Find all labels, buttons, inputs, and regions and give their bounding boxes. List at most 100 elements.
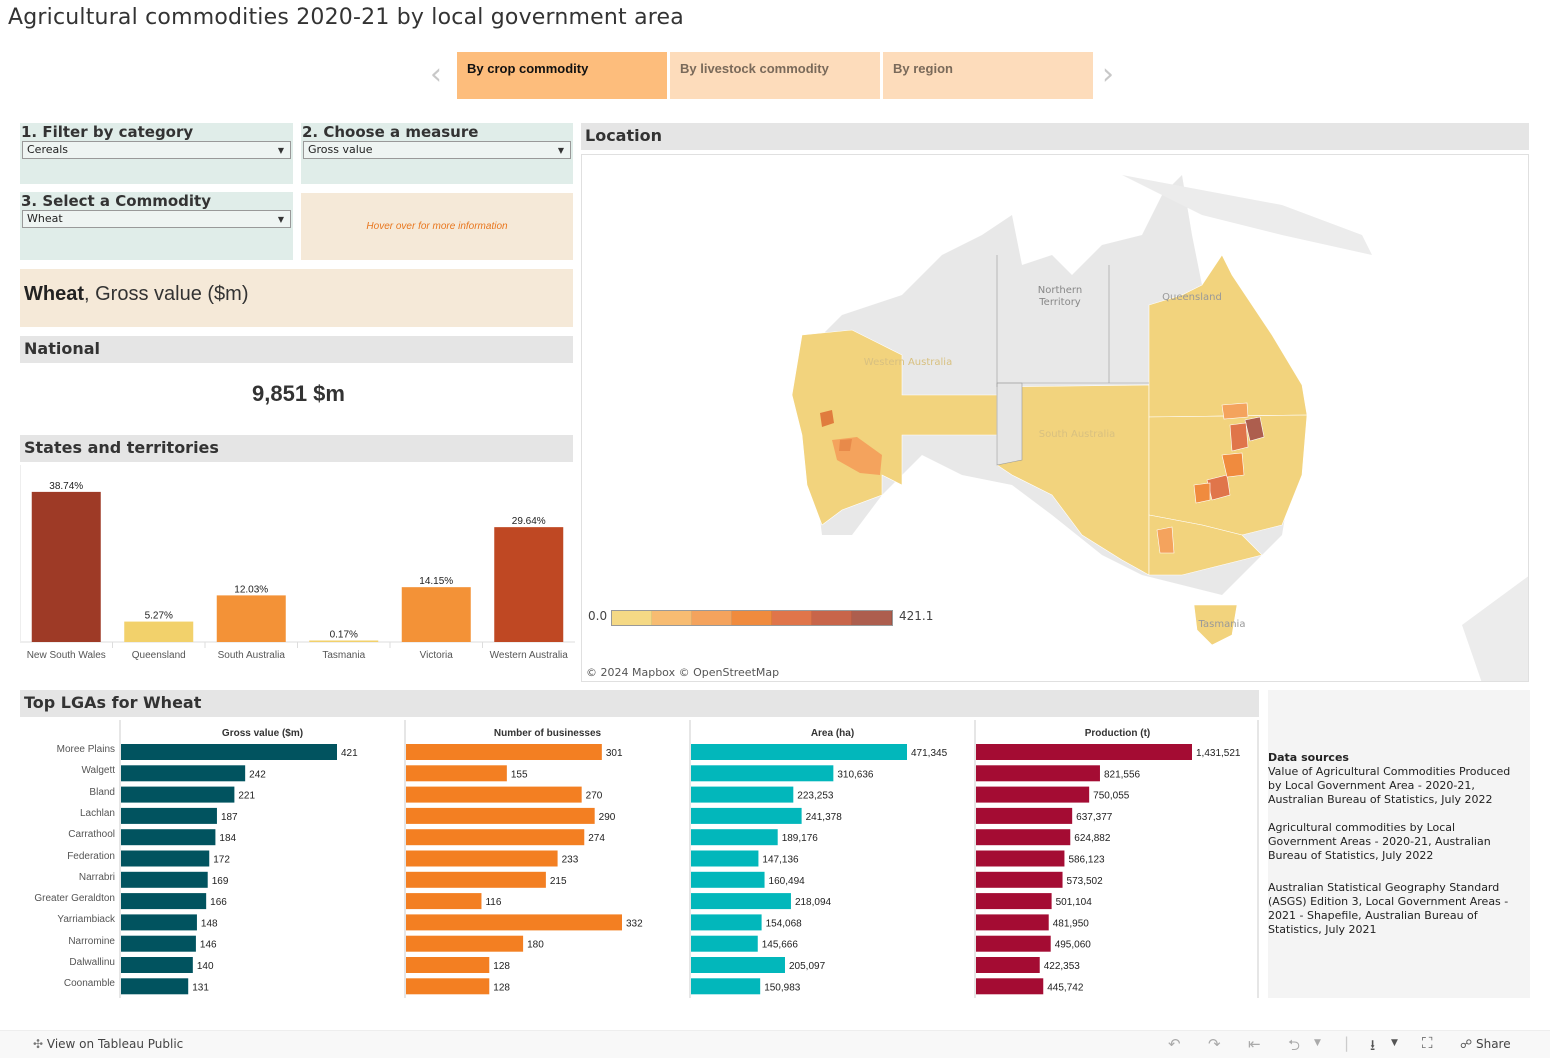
lga-bar[interactable] bbox=[121, 893, 207, 910]
location-map[interactable]: Northern Territory Queensland Western Aus… bbox=[581, 154, 1529, 682]
fullscreen-icon[interactable]: ⛶ bbox=[1422, 1034, 1433, 1052]
lga-bar[interactable] bbox=[976, 807, 1073, 824]
lga-bar[interactable] bbox=[121, 935, 196, 952]
state-bar-victoria[interactable] bbox=[401, 587, 471, 642]
measure-dropdown[interactable]: Gross value ▼ bbox=[303, 141, 571, 159]
lga-bar-value-label: 221 bbox=[238, 791, 255, 802]
pause-icon[interactable]: ⮌ bbox=[1288, 1035, 1300, 1058]
state-bar-western-australia[interactable] bbox=[494, 527, 564, 642]
lga-bar[interactable] bbox=[976, 893, 1052, 910]
lga-bar[interactable] bbox=[691, 765, 834, 782]
lga-bar[interactable] bbox=[406, 914, 622, 931]
lga-bar-value-label: 180 bbox=[527, 940, 544, 951]
commodity-dropdown[interactable]: Wheat ▼ bbox=[22, 210, 291, 228]
lga-bar[interactable] bbox=[691, 744, 907, 760]
lga-bar-value-label: 242 bbox=[249, 769, 266, 780]
lga-bar[interactable] bbox=[406, 978, 490, 995]
lga-bar[interactable] bbox=[121, 850, 210, 867]
view-on-tableau-link[interactable]: ✣ View on Tableau Public bbox=[33, 1037, 183, 1051]
revert-icon[interactable]: ⇤ bbox=[1248, 1035, 1261, 1053]
tab-crop-commodity[interactable]: By crop commodity bbox=[457, 52, 667, 99]
lga-bar[interactable] bbox=[121, 807, 217, 824]
lga-bar[interactable] bbox=[121, 786, 235, 803]
lga-bar[interactable] bbox=[691, 914, 762, 931]
previous-tab-arrow-icon[interactable]: ‹ bbox=[430, 60, 442, 90]
lga-bar[interactable] bbox=[121, 744, 337, 760]
state-bar-value-label: 38.74% bbox=[49, 481, 83, 492]
lga-bar-value-label: 140 bbox=[197, 961, 214, 972]
undo-icon[interactable]: ↶ bbox=[1168, 1035, 1181, 1053]
lga-row-label: Dalwallinu bbox=[69, 957, 115, 968]
lga-bar[interactable] bbox=[691, 786, 794, 803]
lga-bar[interactable] bbox=[976, 957, 1040, 973]
lga-row-label: Bland bbox=[89, 786, 115, 798]
lga-bar[interactable] bbox=[691, 807, 802, 824]
lga-bar-value-label: 154,068 bbox=[766, 918, 803, 929]
lga-bar[interactable] bbox=[691, 935, 758, 952]
lga-panel-header: Number of businesses bbox=[494, 728, 602, 739]
redo-icon[interactable]: ↷ bbox=[1208, 1035, 1221, 1053]
page-title: Agricultural commodities 2020-21 by loca… bbox=[8, 5, 684, 30]
lga-bar[interactable] bbox=[406, 957, 490, 973]
lga-bar[interactable] bbox=[406, 744, 602, 760]
lga-bar[interactable] bbox=[121, 765, 246, 782]
state-bar-tasmania[interactable] bbox=[309, 640, 379, 643]
lga-bar[interactable] bbox=[121, 957, 193, 973]
download-icon[interactable]: ⭳ bbox=[1370, 1035, 1375, 1058]
lga-bar[interactable] bbox=[976, 786, 1090, 803]
info-hover-box[interactable]: Hover over for more information bbox=[301, 193, 573, 260]
lga-bar[interactable] bbox=[976, 935, 1051, 952]
lga-bar[interactable] bbox=[691, 850, 759, 867]
chevron-down-icon[interactable]: ▼ bbox=[1314, 1038, 1321, 1048]
lga-bar[interactable] bbox=[691, 978, 761, 995]
map-lga-wa-dalwallinu bbox=[839, 439, 852, 451]
lga-bar[interactable] bbox=[976, 744, 1192, 760]
lga-bar-value-label: 750,055 bbox=[1093, 791, 1130, 802]
legend-swatch-6 bbox=[852, 611, 892, 625]
lga-bar[interactable] bbox=[121, 829, 216, 846]
lga-panel-header: Production (t) bbox=[1085, 728, 1151, 739]
lga-bar[interactable] bbox=[976, 829, 1071, 846]
lga-bar[interactable] bbox=[406, 850, 558, 867]
lga-bar-value-label: 116 bbox=[485, 897, 501, 908]
lga-bar[interactable] bbox=[121, 978, 189, 995]
share-label: Share bbox=[1475, 1037, 1511, 1051]
lga-bar-value-label: 184 bbox=[219, 833, 236, 844]
lga-bar[interactable] bbox=[406, 935, 524, 952]
lga-bar[interactable] bbox=[406, 807, 595, 824]
tab-livestock-commodity[interactable]: By livestock commodity bbox=[670, 52, 880, 99]
lga-bar[interactable] bbox=[406, 871, 546, 888]
chevron-down-icon: ▼ bbox=[277, 215, 284, 224]
color-legend bbox=[611, 610, 893, 626]
tableau-toolbar: ✣ View on Tableau Public ↶ ↷ ⇤ ⮌ ▼ | ⭳ ▼… bbox=[0, 1030, 1550, 1058]
measure-dropdown-value: Gross value bbox=[308, 143, 373, 156]
state-bar-south-australia[interactable] bbox=[216, 595, 286, 642]
lga-bar[interactable] bbox=[406, 893, 482, 910]
lga-bar[interactable] bbox=[691, 957, 785, 973]
australia-map[interactable]: Northern Territory Queensland Western Aus… bbox=[582, 155, 1529, 682]
map-attribution[interactable]: © 2024 Mapbox © OpenStreetMap bbox=[584, 666, 782, 679]
lga-bar[interactable] bbox=[976, 850, 1065, 867]
lga-bar[interactable] bbox=[976, 871, 1063, 888]
map-label-queensland: Queensland bbox=[1162, 292, 1222, 303]
category-dropdown[interactable]: Cereals ▼ bbox=[22, 141, 291, 159]
lga-bar[interactable] bbox=[406, 829, 585, 846]
lga-bar[interactable] bbox=[976, 978, 1044, 995]
lga-bar[interactable] bbox=[121, 914, 197, 931]
next-tab-arrow-icon[interactable]: › bbox=[1102, 60, 1114, 90]
tab-region[interactable]: By region bbox=[883, 52, 1093, 99]
lga-bar[interactable] bbox=[406, 786, 582, 803]
lga-bar[interactable] bbox=[976, 765, 1100, 782]
lga-bar[interactable] bbox=[121, 871, 208, 888]
state-bar-queensland[interactable] bbox=[124, 621, 194, 642]
lga-bar[interactable] bbox=[691, 829, 778, 846]
lga-bar-value-label: 274 bbox=[588, 833, 605, 844]
state-bar-new-south-wales[interactable] bbox=[31, 491, 101, 642]
lga-bar-value-label: 146 bbox=[200, 940, 217, 951]
lga-bar[interactable] bbox=[691, 871, 765, 888]
chevron-down-icon[interactable]: ▼ bbox=[1391, 1038, 1398, 1048]
lga-bar[interactable] bbox=[691, 893, 791, 910]
lga-bar[interactable] bbox=[406, 765, 507, 782]
share-button[interactable]: ☍ Share bbox=[1460, 1037, 1511, 1051]
lga-bar[interactable] bbox=[976, 914, 1049, 931]
